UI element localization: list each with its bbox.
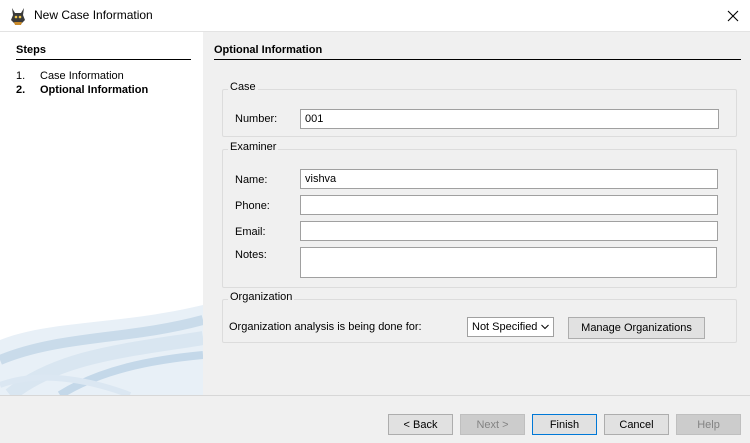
- step-number: 1.: [16, 70, 26, 82]
- examiner-group: Examiner Name: vishva Phone: Email: Note…: [222, 141, 737, 288]
- phone-label: Phone:: [235, 200, 270, 212]
- examiner-phone-field[interactable]: [300, 195, 718, 215]
- close-icon: [727, 10, 739, 22]
- email-label: Email:: [235, 226, 266, 238]
- case-group: Case Number: 001: [222, 81, 737, 137]
- organization-select[interactable]: Not Specified: [467, 317, 554, 337]
- decorative-swoosh: [0, 305, 203, 395]
- case-number-field[interactable]: 001: [300, 109, 719, 129]
- step-label: Case Information: [40, 70, 124, 82]
- examiner-name-field[interactable]: vishva: [300, 169, 718, 189]
- organization-analysis-label: Organization analysis is being done for:: [229, 321, 422, 333]
- section-title: Optional Information: [214, 44, 741, 60]
- manage-organizations-button[interactable]: Manage Organizations: [568, 317, 705, 339]
- examiner-notes-field[interactable]: [300, 247, 717, 278]
- examiner-legend: Examiner: [228, 141, 279, 153]
- help-button[interactable]: Help: [676, 414, 741, 435]
- name-label: Name:: [235, 174, 268, 186]
- cancel-button[interactable]: Cancel: [604, 414, 669, 435]
- organization-legend: Organization: [228, 291, 295, 303]
- wizard-button-bar: < Back Next > Finish Cancel Help: [0, 395, 750, 443]
- optional-information-panel: Optional Information Case Number: 001 Ex…: [203, 32, 750, 395]
- chevron-down-icon: [541, 324, 549, 330]
- case-legend: Case: [228, 81, 258, 93]
- app-logo-icon: [11, 8, 25, 25]
- step-label: Optional Information: [40, 84, 149, 96]
- back-button[interactable]: < Back: [388, 414, 453, 435]
- number-label: Number:: [235, 113, 278, 125]
- notes-label: Notes:: [235, 249, 267, 261]
- organization-group: Organization Organization analysis is be…: [222, 291, 737, 343]
- next-button[interactable]: Next >: [460, 414, 525, 435]
- close-button[interactable]: [716, 0, 750, 32]
- steps-panel: Steps 1. Case Information 2. Optional Info…: [0, 32, 203, 395]
- examiner-email-field[interactable]: [300, 221, 718, 241]
- step-optional-information: 2. Optional Information: [16, 84, 148, 96]
- window-title: New Case Information: [34, 8, 153, 22]
- step-number: 2.: [16, 84, 26, 96]
- organization-selected-value: Not Specified: [472, 321, 538, 333]
- steps-heading: Steps: [16, 44, 191, 60]
- step-case-information: 1. Case Information: [16, 70, 124, 82]
- finish-button[interactable]: Finish: [532, 414, 597, 435]
- title-bar: New Case Information: [0, 0, 750, 32]
